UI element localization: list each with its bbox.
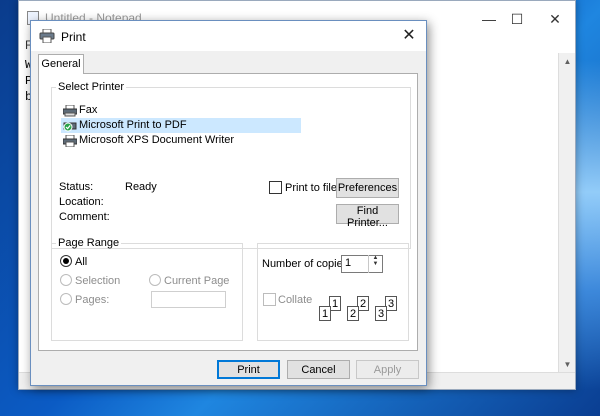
tab-general[interactable]: General — [38, 54, 84, 74]
selection-label[interactable]: Selection — [75, 275, 120, 287]
print-to-file-label[interactable]: Print to file — [285, 182, 337, 194]
number-of-copies-label: Number of copies: — [262, 258, 352, 270]
print-dialog-titlebar[interactable]: Print ✕ — [31, 21, 426, 51]
printer-list-items[interactable]: Fax Microsoft Print to PDF Microsoft XPS… — [61, 103, 301, 148]
location-label: Location: — [59, 196, 104, 208]
collate-label[interactable]: Collate — [278, 294, 312, 306]
printer-item-microsoft-print-to-pdf[interactable]: Microsoft Print to PDF — [61, 118, 301, 133]
current-page-label[interactable]: Current Page — [164, 275, 229, 287]
printer-item-microsoft-xps-document-writer[interactable]: Microsoft XPS Document Writer — [61, 133, 273, 148]
copies-value: 1 — [345, 257, 352, 269]
dialog-title: Print — [61, 30, 86, 44]
pages-label[interactable]: Pages: — [75, 294, 109, 306]
printer-name: Fax — [79, 104, 98, 116]
all-label[interactable]: All — [75, 256, 87, 268]
print-dialog: Print ✕ General Select Printer Fax Micro… — [30, 20, 427, 386]
status-value: Ready — [125, 181, 157, 193]
collate-illustration-icon: 1 1 2 2 3 3 — [317, 296, 407, 330]
all-radio[interactable] — [60, 255, 72, 267]
collate-checkbox[interactable] — [263, 293, 276, 306]
printer-name: Microsoft Print to PDF — [79, 119, 187, 131]
scroll-down-icon[interactable]: ▼ — [559, 360, 576, 369]
cancel-button[interactable]: Cancel — [287, 360, 350, 379]
printer-item-fax[interactable]: Fax — [61, 103, 273, 118]
page-range-legend: Page Range — [58, 237, 120, 249]
apply-button[interactable]: Apply — [356, 360, 419, 379]
default-printer-icon — [63, 122, 77, 131]
minimize-icon[interactable]: — — [477, 9, 501, 29]
scroll-up-icon[interactable]: ▲ — [559, 57, 576, 66]
close-icon[interactable]: ✕ — [398, 25, 420, 47]
copies-stepper[interactable]: 1 ▲ ▼ — [341, 255, 383, 273]
collate-page-sheet: 1 — [319, 306, 331, 321]
collate-page-sheet: 3 — [375, 306, 387, 321]
spinner-arrows-icon[interactable]: ▲ ▼ — [368, 255, 382, 273]
page-range-group: Page Range — [51, 237, 243, 341]
close-icon[interactable]: ✕ — [543, 9, 567, 29]
print-to-file-checkbox[interactable] — [269, 181, 282, 194]
current-page-radio[interactable] — [149, 274, 161, 286]
printer-name: Microsoft XPS Document Writer — [79, 134, 235, 146]
printer-icon — [39, 29, 55, 43]
find-printer-button[interactable]: Find Printer... — [336, 204, 399, 229]
collate-page-sheet: 2 — [347, 306, 359, 321]
printer-icon — [63, 134, 77, 147]
fax-printer-icon — [63, 104, 77, 116]
status-label: Status: — [59, 181, 94, 193]
vertical-scrollbar[interactable]: ▲ ▼ — [558, 53, 575, 373]
print-button[interactable]: Print — [217, 360, 280, 379]
preferences-button[interactable]: Preferences — [336, 178, 399, 198]
comment-label: Comment: — [59, 211, 110, 223]
select-printer-legend: Select Printer — [58, 81, 125, 93]
selection-radio[interactable] — [60, 274, 72, 286]
pages-input[interactable] — [151, 291, 226, 308]
maximize-icon[interactable]: ☐ — [505, 9, 529, 29]
pages-radio[interactable] — [60, 293, 72, 305]
